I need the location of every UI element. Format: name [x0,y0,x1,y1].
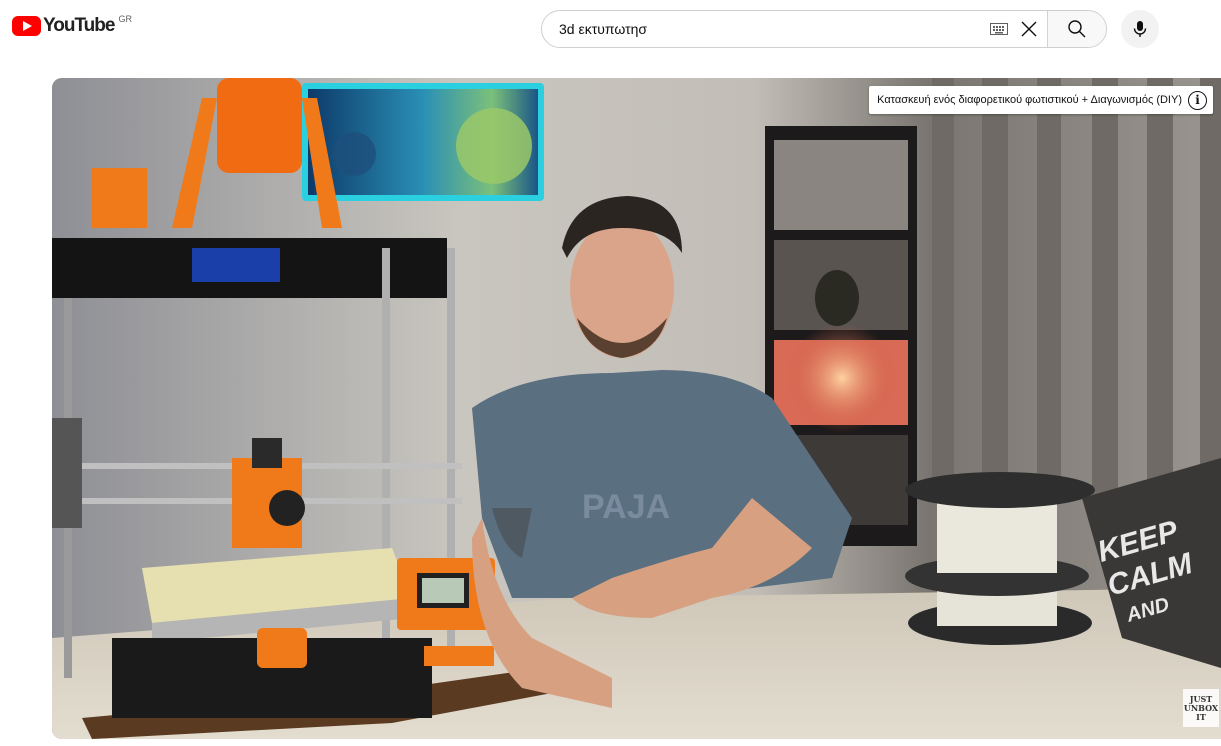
close-icon[interactable] [1015,11,1043,47]
keyboard-icon[interactable] [989,11,1009,47]
youtube-logo[interactable]: YouTube GR [12,14,132,36]
top-bar: YouTube GR [0,0,1221,60]
search-button[interactable] [1047,11,1106,47]
video-frame: PAJA KEEP CALM AND [52,78,1221,739]
search-box [541,10,1107,48]
info-card-title: Κατασκευή ενός διαφορετικού φωτιστικού +… [877,94,1182,106]
logo-text: YouTube [43,15,115,36]
shirt-text: PAJA [582,488,670,526]
info-icon[interactable]: i [1188,90,1207,110]
voice-search-button[interactable] [1121,10,1159,48]
country-code: GR [118,14,132,24]
youtube-logo-icon [12,16,41,36]
video-player[interactable]: PAJA KEEP CALM AND Κατασκευή ενός διαφορ… [52,78,1221,739]
search-input[interactable] [542,11,989,47]
watermark-line-3: IT [1196,711,1206,722]
mic-icon [1133,21,1147,37]
channel-watermark[interactable]: JUST UNBOX IT [1183,689,1219,727]
info-card[interactable]: Κατασκευή ενός διαφορετικού φωτιστικού +… [869,86,1213,114]
search-icon [1068,20,1086,38]
